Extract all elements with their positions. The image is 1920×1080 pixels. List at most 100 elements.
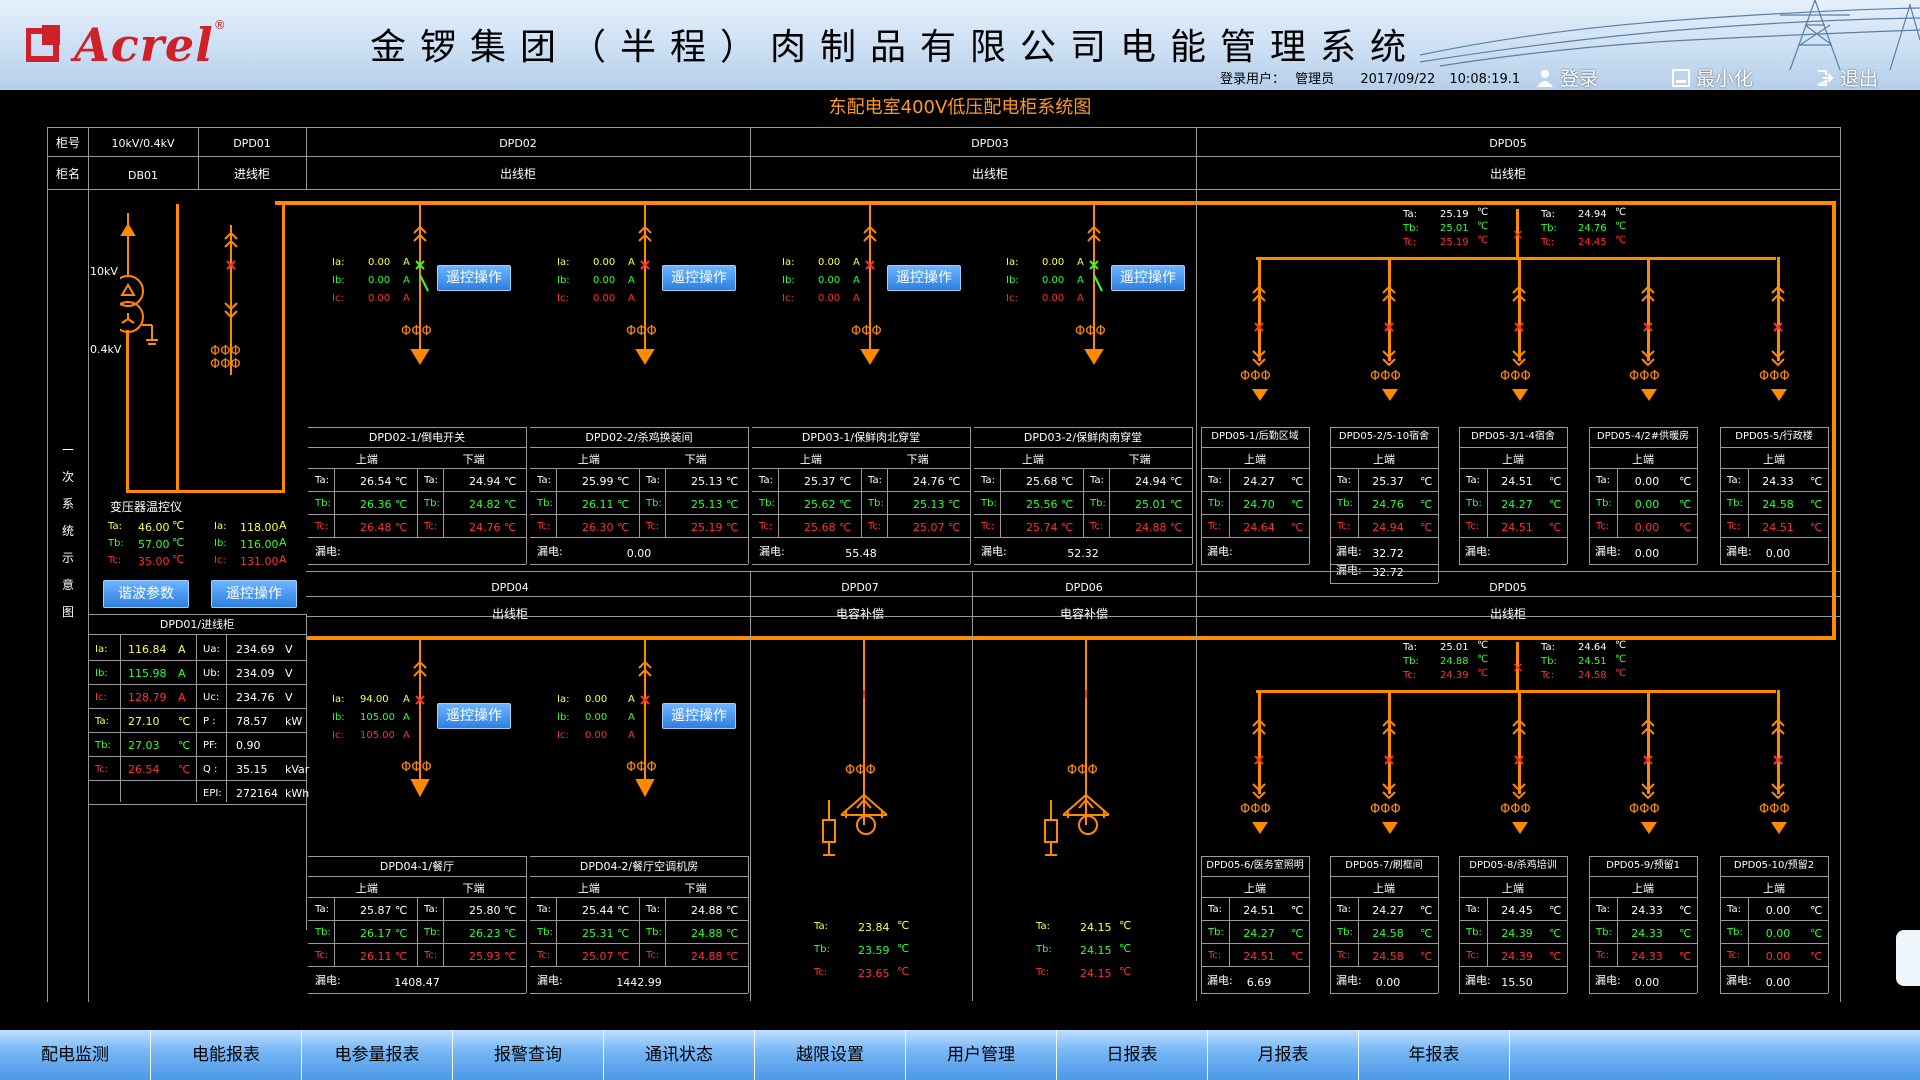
- remote-op-button[interactable]: 遥控操作: [662, 703, 736, 729]
- power-tower-graphic: [1420, 0, 1920, 70]
- unit: ℃: [1679, 521, 1692, 534]
- label: Tc:: [1541, 237, 1555, 248]
- leak-value: 0.00: [1375, 976, 1401, 989]
- leak-label: 漏电:: [1595, 545, 1621, 558]
- feeder-ia: 94.00: [360, 694, 389, 705]
- nav-8[interactable]: 日报表: [1057, 1030, 1208, 1080]
- harmonic-params-button[interactable]: 谐波参数: [103, 580, 189, 608]
- grid-line: [1330, 897, 1438, 898]
- unit: ℃: [1291, 521, 1304, 534]
- label: Tc:: [1208, 950, 1222, 961]
- param-label: P :: [203, 716, 216, 727]
- lower-label: 下端: [462, 882, 485, 895]
- label: Tb:: [1208, 498, 1224, 509]
- label: Ib:: [557, 275, 570, 286]
- remote-op-button[interactable]: 遥控操作: [662, 265, 736, 291]
- remote-op-button[interactable]: 遥控操作: [887, 265, 961, 291]
- grid-line: [1459, 427, 1460, 564]
- temp-down: 24.88: [691, 950, 723, 963]
- unit: ℃: [1477, 221, 1489, 232]
- grid-line: [1589, 427, 1590, 564]
- feeder-ib: 0.00: [585, 712, 608, 723]
- nav-2[interactable]: 电能报表: [151, 1030, 302, 1080]
- temp-up: 25.68: [1026, 475, 1058, 488]
- unit: ℃: [395, 950, 408, 963]
- nav-10[interactable]: 年报表: [1359, 1030, 1510, 1080]
- grid-line: [750, 127, 751, 189]
- grid-line: [1229, 468, 1230, 537]
- grid-line: [1201, 920, 1309, 921]
- remote-op-button[interactable]: 遥控操作: [437, 265, 511, 291]
- nav-7[interactable]: 用户管理: [906, 1030, 1057, 1080]
- grid-line: [1720, 856, 1828, 857]
- arrow: [1252, 822, 1268, 834]
- arrow: [1771, 822, 1787, 834]
- ct-symbol: ΦΦΦ: [1067, 763, 1098, 778]
- temp: 24.70: [1243, 498, 1275, 511]
- param-unit: kVar: [285, 763, 310, 776]
- busbar: [275, 201, 1835, 205]
- nav-4[interactable]: 报警查询: [453, 1030, 604, 1080]
- nav-3[interactable]: 电参量报表: [302, 1030, 453, 1080]
- cap-temp: 24.15: [1080, 921, 1112, 934]
- incomer-remote-button[interactable]: 遥控操作: [211, 580, 297, 608]
- grid-line: [1720, 427, 1828, 428]
- param-unit: V: [285, 643, 293, 656]
- feeder-ib: 0.00: [368, 275, 391, 286]
- temp-down: 25.19: [691, 521, 723, 534]
- label: Tc:: [424, 950, 438, 961]
- label: Tb:: [315, 927, 331, 938]
- unit: ℃: [726, 498, 739, 511]
- label: Tb:: [646, 927, 662, 938]
- grid-line: [1589, 920, 1697, 921]
- leak-value: 0.00: [1634, 976, 1660, 989]
- minimize-button[interactable]: 最小化: [1672, 64, 1753, 91]
- leak-value: 0.00: [626, 547, 652, 560]
- unit: A: [403, 730, 410, 741]
- voltage-lv: 0.4kV: [90, 343, 122, 356]
- leak-label: 漏电:: [315, 545, 341, 558]
- temp: 24.76: [1578, 223, 1607, 234]
- nav-6[interactable]: 越限设置: [755, 1030, 906, 1080]
- side-tab[interactable]: [1896, 930, 1920, 986]
- label: Ib:: [214, 538, 227, 549]
- incomer-ic: 131.00: [240, 555, 279, 568]
- unit: ℃: [504, 521, 517, 534]
- grid-line: [1487, 468, 1488, 537]
- grid-line: [1229, 897, 1230, 966]
- param-label: Tc:: [95, 764, 109, 775]
- user-icon: [1537, 69, 1553, 87]
- nav-9[interactable]: 月报表: [1208, 1030, 1359, 1080]
- label: Tc:: [1337, 950, 1351, 961]
- remote-op-button[interactable]: 遥控操作: [437, 703, 511, 729]
- grid-line: [752, 564, 970, 565]
- param-unit: V: [285, 667, 293, 680]
- label: Ta:: [1090, 475, 1104, 486]
- leak-label: 漏电:: [981, 545, 1007, 558]
- grid-line: [1459, 491, 1567, 492]
- leak-value: 32.72: [1372, 547, 1404, 560]
- dpd05-top-panel-title: DPD05-2/5-10宿舍: [1338, 431, 1430, 442]
- param-label: Ua:: [203, 644, 220, 655]
- label: Tb:: [1337, 927, 1353, 938]
- login-button[interactable]: 登录: [1536, 64, 1598, 91]
- grid-line: [1309, 856, 1310, 993]
- remote-op-button[interactable]: 遥控操作: [1111, 265, 1185, 291]
- grid-line: [1459, 966, 1567, 967]
- nav-5[interactable]: 通讯状态: [604, 1030, 755, 1080]
- label: Tb:: [1403, 223, 1419, 234]
- label: Ta:: [646, 904, 660, 915]
- nav-1[interactable]: 配电监测: [0, 1030, 151, 1080]
- label: Tb:: [424, 498, 440, 509]
- side-label-char: 图: [61, 605, 75, 619]
- arrow: [1771, 389, 1787, 401]
- temp: 24.76: [1372, 498, 1404, 511]
- logout-button[interactable]: 退出: [1816, 64, 1878, 91]
- dpd05-bot-panel-title: DPD05-7/刷框间: [1345, 860, 1423, 871]
- label: Tb:: [868, 498, 884, 509]
- feeder-ib: 0.00: [593, 275, 616, 286]
- grid-line: [1487, 897, 1488, 966]
- grid-line: [1201, 514, 1309, 515]
- temp: 24.58: [1372, 927, 1404, 940]
- cabinet-name: 进线柜: [233, 167, 271, 181]
